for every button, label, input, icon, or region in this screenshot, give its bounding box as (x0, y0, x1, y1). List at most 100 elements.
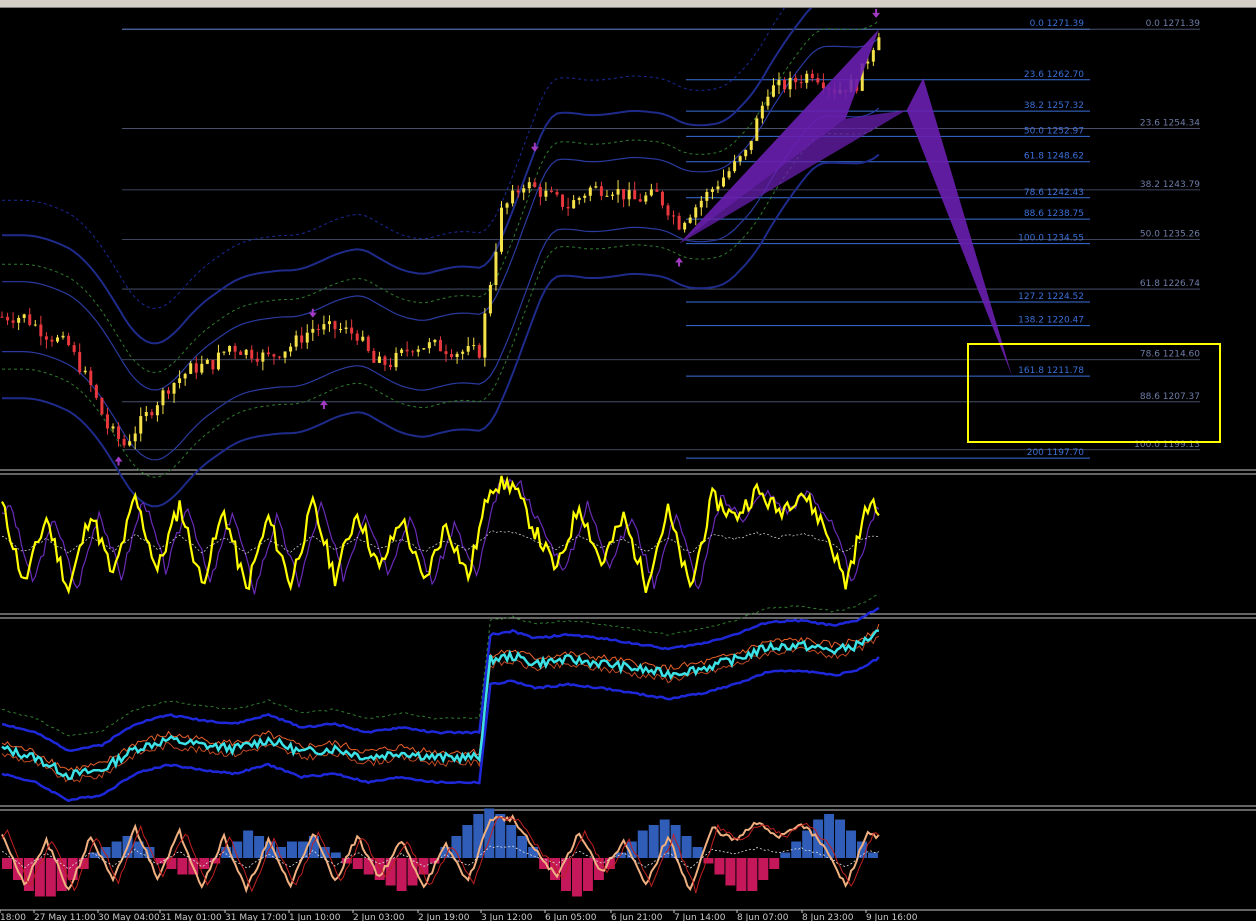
candle-body (0, 316, 4, 318)
candle-body (150, 412, 154, 416)
macd-bar (517, 836, 528, 858)
candle-body (599, 186, 603, 196)
candle-body (405, 349, 409, 352)
candle-body (355, 333, 359, 341)
fib-secondary-label: 0.0 1271.39 (1146, 19, 1201, 29)
time-label: 6 Jun 05:00 (545, 913, 597, 921)
macd-bar (681, 836, 692, 858)
candle-body (771, 85, 775, 97)
candle-body (250, 349, 254, 359)
candle-body (871, 50, 875, 62)
candle-body (6, 316, 10, 321)
macd-bar (637, 830, 648, 858)
macd-bar (396, 858, 407, 891)
macd-bar (352, 858, 363, 869)
candle-body (755, 118, 759, 141)
candle-body (239, 351, 243, 355)
candle-body (283, 351, 287, 358)
candle-body (78, 351, 82, 373)
candle-body (733, 161, 737, 172)
fib-primary-label: 23.6 1262.70 (1024, 70, 1084, 80)
fib-primary-label: 38.2 1257.32 (1024, 101, 1084, 111)
candle-body (710, 189, 714, 192)
candle-body (633, 190, 637, 200)
candle-body (533, 182, 537, 188)
candle-body (322, 324, 326, 330)
candle-body (178, 378, 182, 384)
candle-body (611, 194, 614, 196)
candle-body (416, 349, 420, 352)
macd-bar (846, 830, 856, 858)
candle-body (377, 356, 381, 363)
candle-body (255, 358, 259, 362)
candle-body (577, 197, 581, 201)
chart-background (0, 8, 1256, 921)
candle-body (222, 351, 226, 353)
candle-body (144, 412, 148, 417)
candle-body (433, 339, 437, 343)
candle-body (644, 195, 648, 202)
macd-bar (758, 858, 769, 880)
candle-body (194, 363, 198, 373)
time-label: 3 Jun 12:00 (481, 913, 533, 921)
macd-bar (166, 858, 177, 869)
macd-bar (199, 858, 210, 869)
candle-body (233, 345, 237, 352)
candle-body (616, 189, 620, 195)
time-label: 8 Jun 23:00 (802, 913, 854, 921)
fib-primary-label: 127.2 1224.52 (1018, 292, 1084, 302)
candle-body (716, 186, 720, 190)
time-label: 9 Jun 16:00 (866, 913, 918, 921)
time-label: 18:00 (0, 913, 26, 921)
time-label: 31 May 01:00 (160, 913, 222, 921)
candle-body (722, 177, 725, 187)
candle-body (422, 348, 426, 350)
fib-primary-label: 50.0 1252.97 (1024, 126, 1084, 136)
time-label: 1 Jun 10:00 (289, 913, 341, 921)
candle-body (333, 321, 337, 330)
candle-body (794, 77, 798, 83)
time-label: 8 Jun 07:00 (737, 913, 789, 921)
candle-body (660, 191, 664, 206)
candle-body (505, 203, 509, 208)
candle-body (649, 189, 653, 196)
candle-body (821, 82, 825, 89)
candle-body (94, 385, 98, 398)
candle-body (316, 328, 320, 330)
macd-bar (703, 858, 714, 864)
candle-body (56, 337, 59, 342)
candle-body (361, 336, 365, 341)
candle-body (366, 336, 370, 351)
candle-body (683, 222, 687, 230)
time-label: 30 May 04:00 (98, 913, 160, 921)
candle-body (28, 314, 32, 325)
candle-body (544, 190, 548, 197)
candle-body (561, 194, 565, 207)
macd-bar (780, 852, 791, 858)
candle-body (427, 342, 431, 349)
candle-body (411, 351, 415, 353)
fib-primary-label: 161.8 1211.78 (1018, 366, 1084, 376)
candle-body (300, 335, 304, 343)
candle-body (172, 383, 176, 394)
time-label: 6 Jun 21:00 (611, 913, 663, 921)
candle-body (17, 317, 21, 323)
macd-bar (736, 858, 747, 891)
candle-body (105, 414, 109, 429)
candle-body (622, 189, 626, 200)
candle-body (294, 335, 298, 347)
candle-body (261, 352, 265, 362)
candle-body (394, 352, 398, 368)
macd-bar (177, 858, 188, 875)
candle-body (777, 79, 781, 86)
candle-body (566, 206, 570, 209)
candle-body (749, 140, 753, 150)
candle-body (272, 354, 276, 357)
fib-primary-label: 100.0 1234.55 (1018, 234, 1084, 244)
candle-body (494, 251, 498, 286)
fib-primary-label: 78.6 1242.43 (1024, 188, 1084, 198)
candle-body (694, 207, 698, 218)
candle-body (305, 332, 309, 343)
candle-body (50, 339, 54, 342)
candle-body (594, 186, 598, 188)
